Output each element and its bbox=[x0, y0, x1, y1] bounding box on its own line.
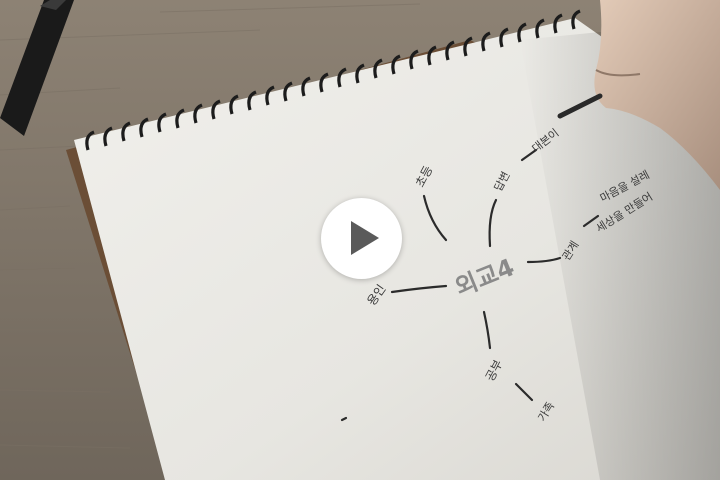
play-icon bbox=[351, 221, 379, 255]
play-button[interactable] bbox=[321, 198, 402, 279]
video-frame: 외교4 초등 답변 대본이 마음을 설레 세상을 만들어 관계 용인 공부 가족 bbox=[0, 0, 720, 480]
